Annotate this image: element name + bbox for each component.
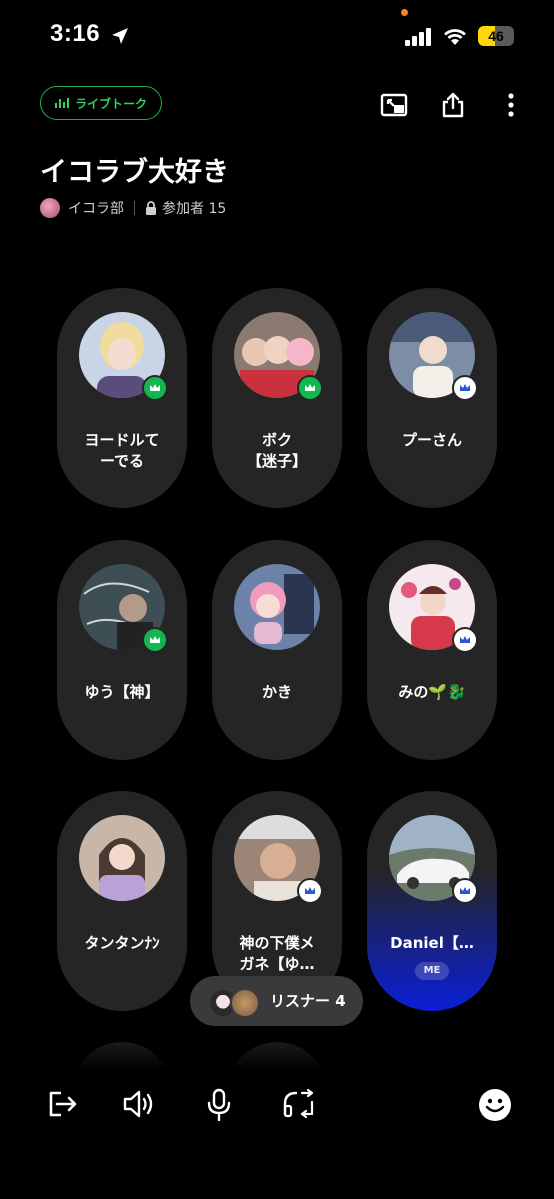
club-name[interactable]: イコラ部 xyxy=(68,198,124,218)
emoji-icon[interactable] xyxy=(478,1088,512,1122)
crown-badge-icon xyxy=(142,375,168,401)
crown-badge-icon xyxy=(297,878,323,904)
bottom-toolbar xyxy=(0,1068,554,1199)
lock-icon xyxy=(146,201,156,215)
room-title: イコラブ大好き xyxy=(40,157,229,188)
privacy-indicator xyxy=(401,9,408,16)
leave-icon[interactable] xyxy=(47,1088,79,1120)
mic-icon[interactable] xyxy=(204,1088,234,1122)
listener-avatar xyxy=(230,988,260,1018)
wifi-icon xyxy=(444,29,466,45)
crown-badge-icon xyxy=(452,878,478,904)
status-bar: 3:16 46 xyxy=(0,0,554,72)
share-icon[interactable] xyxy=(439,91,467,119)
status-time: 3:16 xyxy=(50,20,101,47)
cellular-signal-icon xyxy=(405,28,431,46)
scroll-fade xyxy=(0,1030,554,1070)
speaker-name: 神の下僕メ ガネ【ゆ… xyxy=(239,934,315,973)
location-arrow-icon xyxy=(112,28,128,44)
crown-badge-icon xyxy=(297,375,323,401)
listener-count: リスナー 4 xyxy=(270,992,346,1010)
listener-button[interactable]: リスナー 4 xyxy=(190,976,363,1026)
speaker-card[interactable]: みの🌱🐉 xyxy=(367,540,497,760)
speaker-name: プーさん xyxy=(401,431,462,449)
participant-count: 参加者 15 xyxy=(162,201,227,217)
headset-switch-icon[interactable] xyxy=(282,1088,316,1120)
live-talk-label: ライブトーク xyxy=(75,96,148,111)
speaker-name: みの🌱🐉 xyxy=(398,683,466,701)
speaker-name: ボク 【迷子】 xyxy=(246,431,307,470)
club-avatar[interactable] xyxy=(40,198,60,218)
speaker-card[interactable]: プーさん xyxy=(367,288,497,508)
battery-percent: 46 xyxy=(488,28,504,44)
more-icon[interactable] xyxy=(497,91,525,119)
speaker-card[interactable]: ヨードルて ーでる xyxy=(57,288,187,508)
speaker-card[interactable]: ゆう【神】 xyxy=(57,540,187,760)
crown-badge-icon xyxy=(452,375,478,401)
room-meta: イコラ部 参加者 15 xyxy=(40,198,226,218)
audio-bars-icon xyxy=(55,98,69,108)
speaker-name: Daniel【… xyxy=(390,934,474,952)
divider xyxy=(134,201,135,215)
battery-indicator: 46 xyxy=(478,26,514,46)
crown-badge-icon xyxy=(452,627,478,653)
speaker-icon[interactable] xyxy=(122,1088,158,1120)
speaker-name: ゆう【神】 xyxy=(84,683,160,701)
avatar xyxy=(79,815,165,901)
speaker-card[interactable]: ボク 【迷子】 xyxy=(212,288,342,508)
speaker-card[interactable]: かき xyxy=(212,540,342,760)
pip-icon[interactable] xyxy=(380,91,408,119)
speaker-name: タンタンﾅﾝ xyxy=(84,934,160,952)
avatar xyxy=(234,564,320,650)
speaker-name: ヨードルて ーでる xyxy=(84,431,160,470)
crown-badge-icon xyxy=(142,627,168,653)
speaker-card-me[interactable]: Daniel【… ME xyxy=(367,791,497,1011)
speaker-card[interactable]: タンタンﾅﾝ xyxy=(57,791,187,1011)
me-label: ME xyxy=(415,962,449,980)
speaker-name: かき xyxy=(261,683,292,701)
live-talk-badge: ライブトーク xyxy=(40,86,163,120)
